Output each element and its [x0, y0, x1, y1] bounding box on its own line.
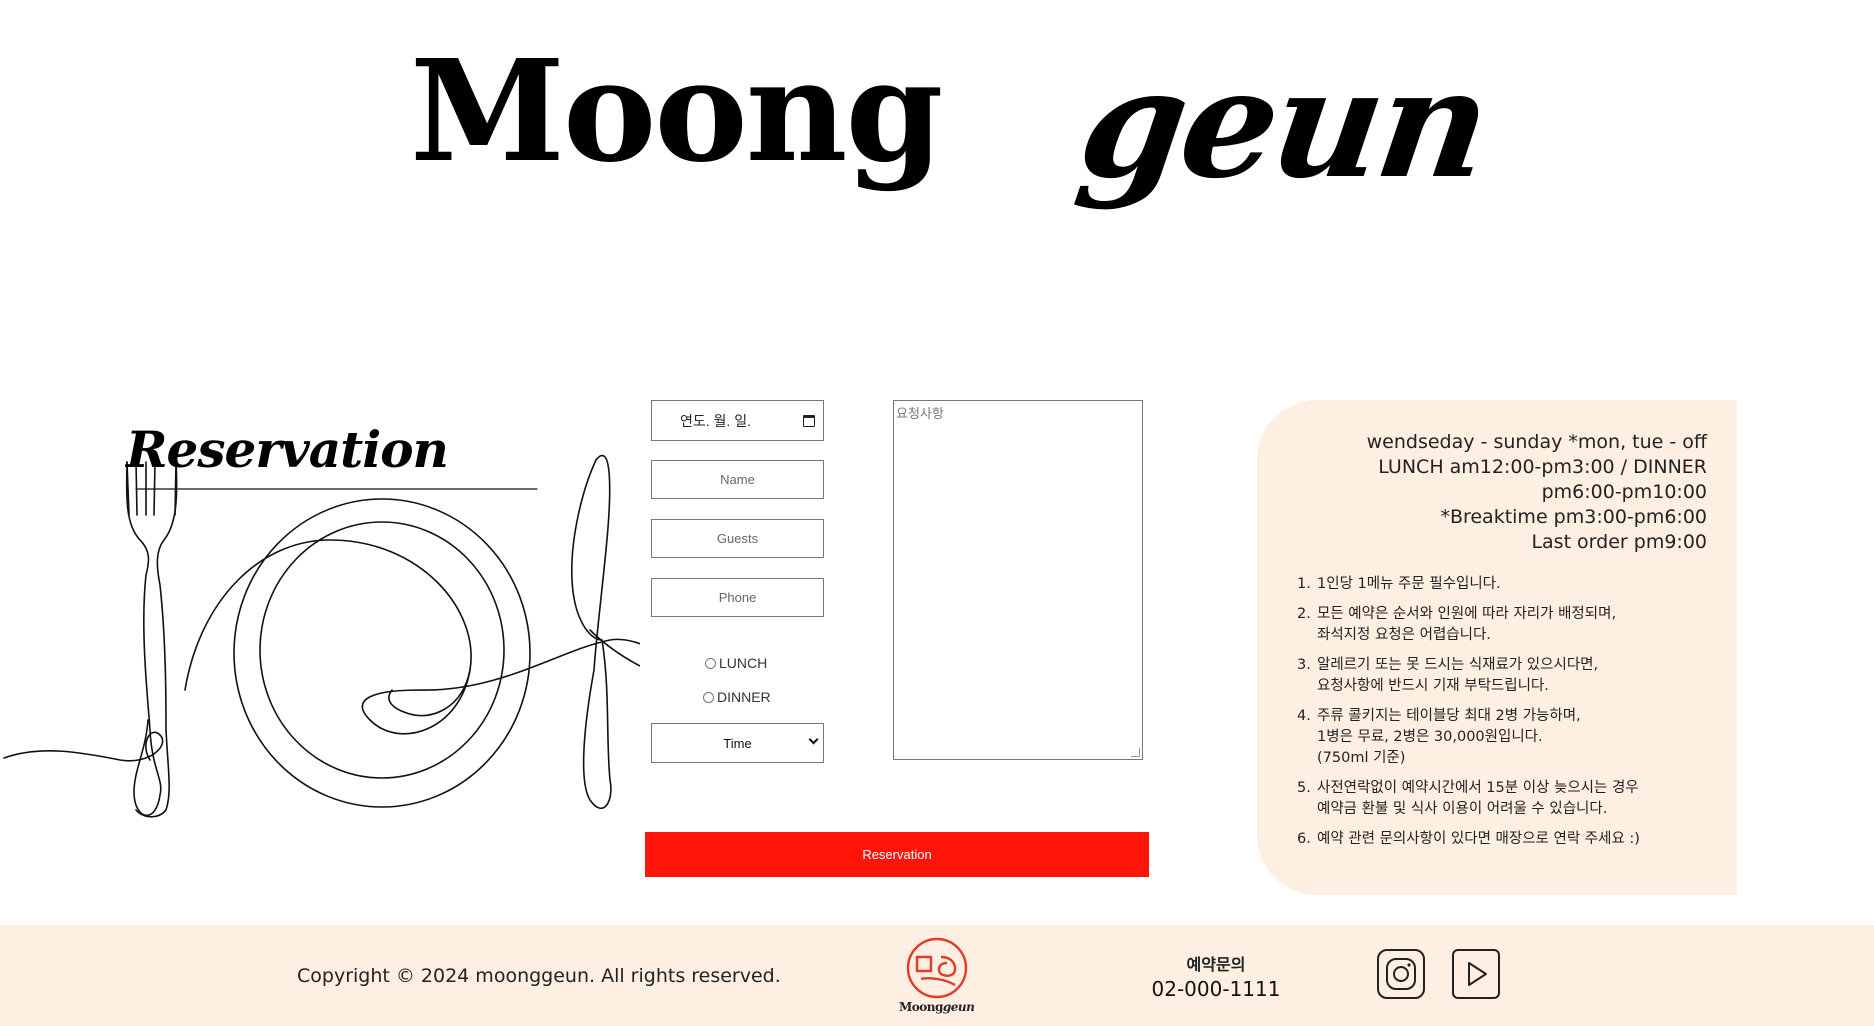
date-input[interactable]: 연도. 월. 일. [651, 400, 824, 441]
time-select-value: Time [723, 735, 752, 751]
rule-text: (750ml 기준) [1317, 750, 1406, 766]
rule-number: 2. [1297, 606, 1311, 622]
rule-number: 1. [1297, 576, 1311, 592]
request-placeholder: 요청사항 [896, 406, 944, 421]
footer-logo-prefix: Moong [899, 1000, 943, 1014]
reservation-rules: 1. 1인당 1메뉴 주문 필수입니다. 2. 모든 예약은 순서와 인원에 따… [1297, 574, 1640, 859]
lunch-label: LUNCH [719, 655, 768, 671]
guests-input[interactable]: Guests [651, 519, 824, 558]
reservation-contact: 예약문의 02-000-1111 [1150, 951, 1282, 1001]
dinner-radio[interactable] [703, 691, 714, 703]
info-panel: wendseday - sunday *mon, tue - off LUNCH… [1257, 400, 1737, 895]
logo-moong: Moong [410, 30, 943, 194]
footer-logo[interactable]: Moonggeun [897, 935, 977, 1015]
logo-moong-text: Moong [410, 30, 943, 194]
phone-input[interactable]: Phone [651, 578, 824, 617]
rule-number: 4. [1297, 708, 1311, 724]
lunch-option[interactable]: LUNCH [705, 655, 767, 671]
date-placeholder: 연도. 월. 일. [680, 412, 751, 429]
footer-logo-suffix: geun [942, 1000, 975, 1014]
contact-phone[interactable]: 02-000-1111 [1150, 977, 1282, 1001]
reservation-submit-button[interactable]: Reservation [645, 832, 1149, 877]
chevron-down-icon [808, 734, 819, 745]
request-textarea[interactable]: 요청사항 [893, 400, 1143, 760]
youtube-play-icon[interactable] [1452, 949, 1500, 999]
hours-line: Last order pm9:00 [1531, 531, 1707, 553]
hours-line: wendseday - sunday *mon, tue - off [1366, 431, 1707, 453]
logo-geun: geun [1069, 36, 1497, 212]
instagram-glyph [1386, 958, 1416, 990]
rule-number: 3. [1297, 657, 1311, 673]
play-glyph [1468, 962, 1487, 986]
lunch-radio[interactable] [705, 657, 716, 669]
rule-item: 2. 모든 예약은 순서와 인원에 따라 자리가 배정되며, 좌석지정 요청은 … [1297, 604, 1640, 646]
rule-text: 모든 예약은 순서와 인원에 따라 자리가 배정되며, [1317, 606, 1617, 622]
name-input[interactable]: Name [651, 460, 824, 499]
rule-number: 5. [1297, 780, 1311, 796]
dinner-option[interactable]: DINNER [703, 689, 771, 705]
instagram-icon[interactable] [1377, 949, 1425, 999]
rule-text: 예약금 환불 및 식사 이용이 어려울 수 있습니다. [1317, 801, 1608, 817]
rule-text: 알레르기 또는 못 드시는 식재료가 있으시다면, [1317, 657, 1599, 673]
resize-grip-icon[interactable] [1131, 748, 1140, 757]
rule-text: 사전연락없이 예약시간에서 15분 이상 늦으시는 경우 [1317, 780, 1639, 796]
time-select[interactable]: Time [651, 723, 824, 763]
rule-text: 1병은 무료, 2병은 30,000원입니다. [1317, 729, 1543, 745]
dinner-label: DINNER [717, 689, 771, 705]
rule-item: 6. 예약 관련 문의사항이 있다면 매장으로 연락 주세요 :) [1297, 829, 1640, 850]
rule-text: 예약 관련 문의사항이 있다면 매장으로 연락 주세요 :) [1317, 831, 1640, 847]
reservation-title: Reservation [126, 420, 449, 479]
footer: Copyright © 2024 moonggeun. All rights r… [0, 925, 1874, 1026]
rule-text: 1인당 1메뉴 주문 필수입니다. [1317, 576, 1501, 592]
page: Moong geun Reservation 연도. 월. 일. Name Gu… [0, 0, 1874, 1026]
calendar-icon[interactable] [803, 414, 815, 427]
rule-text: 좌석지정 요청은 어렵습니다. [1317, 627, 1491, 643]
rule-item: 4. 주류 콜키지는 테이블당 최대 2병 가능하며, 1병은 무료, 2병은 … [1297, 706, 1640, 769]
hours-line: pm6:00-pm10:00 [1541, 481, 1707, 503]
rule-number: 6. [1297, 831, 1311, 847]
rule-item: 1. 1인당 1메뉴 주문 필수입니다. [1297, 574, 1640, 595]
contact-label: 예약문의 [1186, 955, 1246, 974]
rule-text: 요청사항에 반드시 기재 부탁드립니다. [1317, 678, 1549, 694]
hours-line: LUNCH am12:00-pm3:00 / DINNER [1378, 456, 1707, 478]
rule-text: 주류 콜키지는 테이블당 최대 2병 가능하며, [1317, 708, 1581, 724]
opening-hours: wendseday - sunday *mon, tue - off LUNCH… [1367, 430, 1707, 555]
logo-emblem-icon [906, 937, 968, 999]
hours-line: *Breaktime pm3:00-pm6:00 [1440, 506, 1707, 528]
rule-item: 3. 알레르기 또는 못 드시는 식재료가 있으시다면, 요청사항에 반드시 기… [1297, 655, 1640, 697]
footer-logo-text: Moonggeun [899, 1000, 975, 1014]
copyright-text: Copyright © 2024 moonggeun. All rights r… [297, 965, 781, 987]
rule-item: 5. 사전연락없이 예약시간에서 15분 이상 늦으시는 경우 예약금 환불 및… [1297, 778, 1640, 820]
